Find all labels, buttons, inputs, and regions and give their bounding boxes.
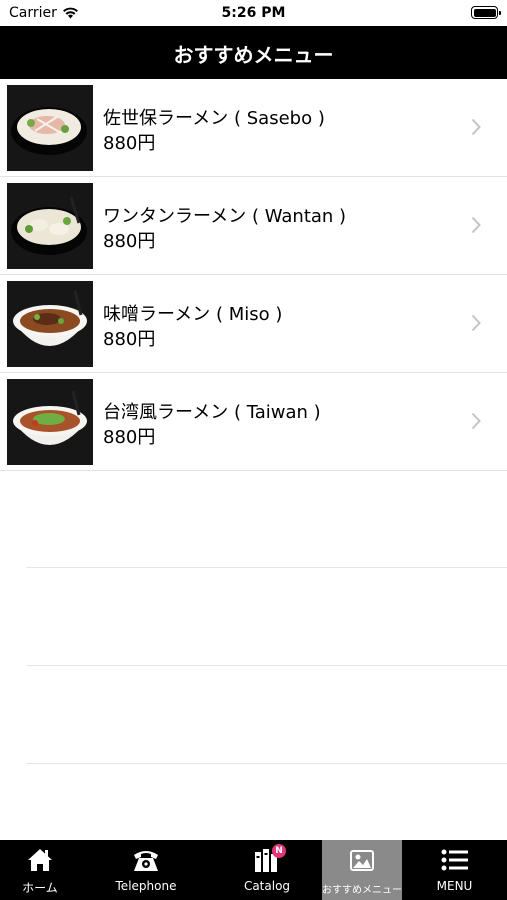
menu-item-wantan[interactable]: ワンタンラーメン ( Wantan ) 880円: [0, 177, 507, 275]
catalog-new-badge: N: [272, 844, 286, 858]
tab-bar: ホーム Telephone N Catalog おすすめメニュー MENU: [0, 840, 507, 900]
empty-list-area: [26, 567, 507, 861]
tab-menu[interactable]: MENU: [402, 840, 507, 900]
chevron-right-icon: [471, 314, 481, 332]
menu-item-price: 880円: [103, 231, 156, 252]
tab-home-label: ホーム: [22, 881, 58, 895]
image-gallery-icon: [350, 850, 374, 871]
status-bar: Carrier 5:26 PM: [0, 0, 507, 26]
chevron-right-icon: [471, 216, 481, 234]
menu-item-taiwan[interactable]: 台湾風ラーメン ( Taiwan ) 880円: [0, 373, 507, 471]
battery-icon: [471, 6, 501, 19]
menu-item-name: 台湾風ラーメン ( Taiwan ): [103, 402, 321, 423]
navigation-bar: おすすめメニュー: [0, 26, 507, 79]
menu-item-miso[interactable]: 味噌ラーメン ( Miso ) 880円: [0, 275, 507, 373]
menu-item-price: 880円: [103, 329, 156, 350]
ramen-photo-wantan: [7, 183, 93, 269]
tab-telephone[interactable]: Telephone: [80, 840, 212, 900]
home-icon: [28, 849, 52, 871]
menu-item-price: 880円: [103, 427, 156, 448]
menu-item-sasebo[interactable]: 佐世保ラーメン ( Sasebo ) 880円: [0, 79, 507, 177]
list-menu-icon: [441, 849, 468, 871]
telephone-icon: [134, 851, 158, 871]
menu-item-name: 味噌ラーメン ( Miso ): [103, 304, 283, 325]
tab-catalog-label: Catalog: [243, 879, 291, 893]
recommended-menu-list: 佐世保ラーメン ( Sasebo ) 880円 ワンタンラーメン ( Wanta…: [0, 79, 507, 471]
ramen-photo-taiwan: [7, 379, 93, 465]
tab-recommended-label: おすすめメニュー: [322, 885, 402, 896]
status-time: 5:26 PM: [221, 5, 286, 21]
row-separator: [26, 665, 507, 666]
ramen-photo-miso: [7, 281, 93, 367]
row-separator: [26, 567, 507, 568]
menu-item-name: 佐世保ラーメン ( Sasebo ): [103, 108, 325, 129]
chevron-right-icon: [471, 412, 481, 430]
tab-menu-label: MENU: [436, 879, 473, 893]
chevron-right-icon: [471, 118, 481, 136]
tab-catalog[interactable]: N Catalog: [212, 840, 322, 900]
tab-telephone-label: Telephone: [115, 879, 177, 893]
row-separator: [26, 763, 507, 764]
tab-recommended-menu[interactable]: おすすめメニュー: [322, 840, 402, 900]
ramen-photo-sasebo: [7, 85, 93, 171]
menu-item-price: 880円: [103, 133, 156, 154]
page-title: おすすめメニュー: [173, 43, 334, 67]
tab-home[interactable]: ホーム: [0, 840, 80, 900]
menu-item-name: ワンタンラーメン ( Wantan ): [103, 206, 347, 227]
